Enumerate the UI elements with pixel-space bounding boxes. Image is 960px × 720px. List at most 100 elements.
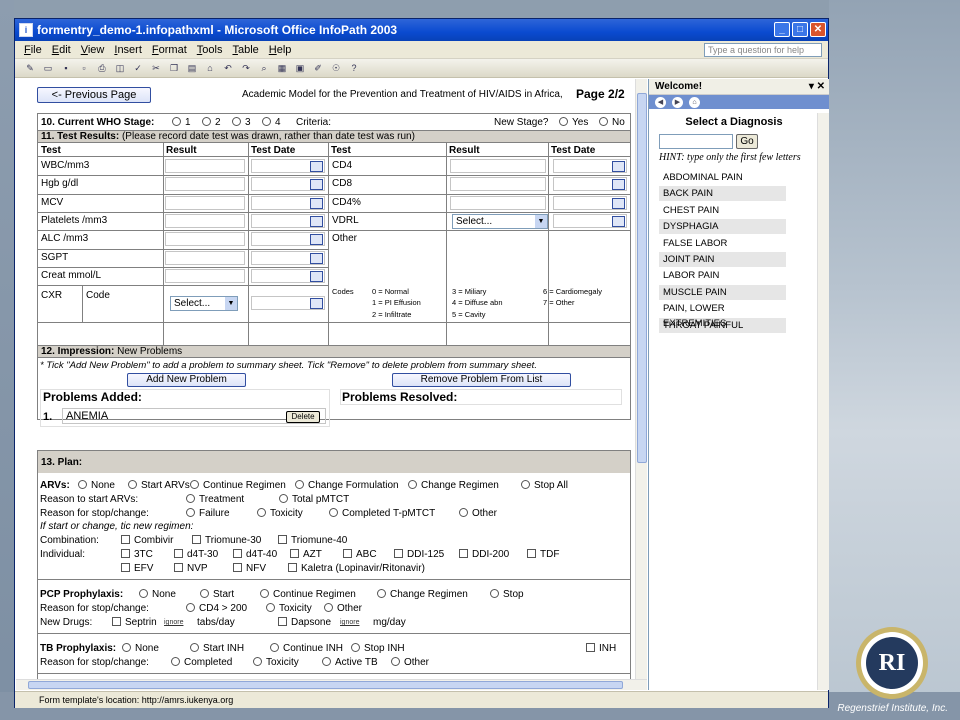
combination-option[interactable]: Triomune-30 xyxy=(192,535,261,546)
radio-button[interactable] xyxy=(351,643,360,652)
reason-stop-option[interactable]: Other xyxy=(459,508,497,519)
menu-tools[interactable]: Tools xyxy=(197,44,223,56)
individual-option[interactable]: d4T-40 xyxy=(233,549,277,560)
radio-button[interactable] xyxy=(186,603,195,612)
checkbox[interactable] xyxy=(343,549,352,558)
diagnosis-item[interactable]: FALSE LABOR xyxy=(659,236,786,251)
arvs-option[interactable]: Stop All xyxy=(521,480,568,491)
format-painter-icon[interactable]: ⌂ xyxy=(203,62,217,75)
go-button[interactable]: Go xyxy=(736,134,758,149)
design-form-icon[interactable]: ✐ xyxy=(311,62,325,75)
task-pane-scrollbar[interactable] xyxy=(817,113,829,690)
pcp-option[interactable]: Continue Regimen xyxy=(260,589,356,600)
dapsone-checkbox[interactable]: Dapsone xyxy=(278,617,331,628)
menu-view[interactable]: View xyxy=(81,44,105,56)
home-icon[interactable]: ⌂ xyxy=(689,96,700,108)
result-field[interactable] xyxy=(450,159,546,173)
pcp-reason-option[interactable]: Other xyxy=(324,603,362,614)
vdrl-select[interactable]: Select... ▼ xyxy=(452,213,548,229)
radio-button[interactable] xyxy=(257,508,266,517)
checkbox[interactable] xyxy=(278,535,287,544)
tb-option[interactable]: None xyxy=(122,643,159,654)
cxr-select[interactable]: Select... ▼ xyxy=(170,296,238,312)
individual-option[interactable]: d4T-30 xyxy=(174,549,218,560)
dapsone-ignore-field[interactable]: ignore xyxy=(340,619,359,626)
arvs-option[interactable]: Continue Regimen xyxy=(190,480,286,491)
pcp-reason-option[interactable]: Toxicity xyxy=(266,603,312,614)
diagnosis-item[interactable]: BACK PAIN xyxy=(659,186,786,202)
individual-option[interactable]: AZT xyxy=(290,549,322,560)
pcp-reason-option[interactable]: CD4 > 200 xyxy=(186,603,247,614)
radio-button[interactable] xyxy=(139,589,148,598)
form-vertical-scrollbar[interactable] xyxy=(635,79,647,679)
calendar-icon[interactable] xyxy=(310,270,323,282)
add-new-problem-button[interactable]: Add New Problem xyxy=(127,373,246,387)
save-icon[interactable]: ▪ xyxy=(59,62,73,75)
result-field[interactable] xyxy=(165,268,245,283)
septrin-ignore-field[interactable]: ignore xyxy=(164,619,183,626)
print-preview-icon[interactable]: ◫ xyxy=(113,62,127,75)
checkbox[interactable] xyxy=(394,549,403,558)
checkbox[interactable] xyxy=(527,549,536,558)
checkbox[interactable] xyxy=(278,617,287,626)
radio-button[interactable] xyxy=(171,657,180,666)
individual-option[interactable]: DDI-125 xyxy=(394,549,444,560)
calendar-icon[interactable] xyxy=(310,179,323,191)
checkbox[interactable] xyxy=(174,549,183,558)
combination-option[interactable]: Combivir xyxy=(121,535,173,546)
tb-reason-option[interactable]: Other xyxy=(391,657,429,668)
checkbox[interactable] xyxy=(459,549,468,558)
tb-option[interactable]: Continue INH xyxy=(270,643,343,654)
radio-button[interactable] xyxy=(190,643,199,652)
maximize-button[interactable]: □ xyxy=(792,22,808,37)
find-icon[interactable]: ⌕ xyxy=(257,62,271,75)
calendar-icon[interactable] xyxy=(310,252,323,264)
checkbox[interactable] xyxy=(192,535,201,544)
result-field[interactable] xyxy=(165,250,245,265)
checkbox[interactable] xyxy=(290,549,299,558)
menu-help[interactable]: Help xyxy=(269,44,292,56)
calendar-icon[interactable] xyxy=(310,215,323,227)
radio-button[interactable] xyxy=(78,480,87,489)
radio-button[interactable] xyxy=(295,480,304,489)
tb-reason-option[interactable]: Active TB xyxy=(322,657,378,668)
menu-format[interactable]: Format xyxy=(152,44,187,56)
previous-page-button[interactable]: <- Previous Page xyxy=(37,87,151,103)
diagnosis-item[interactable]: MUSCLE PAIN xyxy=(659,284,786,300)
diagnosis-item[interactable]: DYSPHAGIA xyxy=(659,219,786,235)
radio-button[interactable] xyxy=(122,643,131,652)
pcp-option[interactable]: Change Regimen xyxy=(377,589,468,600)
arvs-option[interactable]: Change Formulation xyxy=(295,480,399,491)
radio-button[interactable] xyxy=(391,657,400,666)
individual-option[interactable]: ABC xyxy=(343,549,377,560)
pcp-option[interactable]: Stop xyxy=(490,589,524,600)
checkbox[interactable] xyxy=(121,549,130,558)
reason-start-option[interactable]: Treatment xyxy=(186,494,244,505)
radio-button[interactable] xyxy=(521,480,530,489)
individual2-option[interactable]: NVP xyxy=(174,563,208,574)
diagnosis-item[interactable]: ABDOMINAL PAIN xyxy=(659,170,786,185)
diagnosis-item[interactable]: PAIN, LOWER EXTREMITIES xyxy=(659,301,786,329)
radio-button[interactable] xyxy=(322,657,331,666)
result-field[interactable] xyxy=(165,213,245,228)
checkbox[interactable] xyxy=(288,563,297,572)
checkbox[interactable] xyxy=(233,563,242,572)
back-icon[interactable]: ◀ xyxy=(655,96,666,108)
fill-out-form-icon[interactable]: ✎ xyxy=(23,62,37,75)
pcp-option[interactable]: None xyxy=(139,589,176,600)
redo-icon[interactable]: ↷ xyxy=(239,62,253,75)
undo-icon[interactable]: ↶ xyxy=(221,62,235,75)
reason-stop-option[interactable]: Failure xyxy=(186,508,230,519)
new-stage-no[interactable]: No xyxy=(599,117,625,128)
radio-button[interactable] xyxy=(186,494,195,503)
result-field[interactable] xyxy=(165,159,245,173)
individual-option[interactable]: TDF xyxy=(527,549,559,560)
insert-picture-icon[interactable]: ▣ xyxy=(293,62,307,75)
individual2-option[interactable]: EFV xyxy=(121,563,153,574)
checkbox[interactable] xyxy=(233,549,242,558)
individual2-option[interactable]: Kaletra (Lopinavir/Ritonavir) xyxy=(288,563,425,574)
cut-icon[interactable]: ✂ xyxy=(149,62,163,75)
pcp-option[interactable]: Start xyxy=(200,589,234,600)
who-stage-4[interactable]: 4 xyxy=(262,117,281,128)
combination-option[interactable]: Triomune-40 xyxy=(278,535,347,546)
